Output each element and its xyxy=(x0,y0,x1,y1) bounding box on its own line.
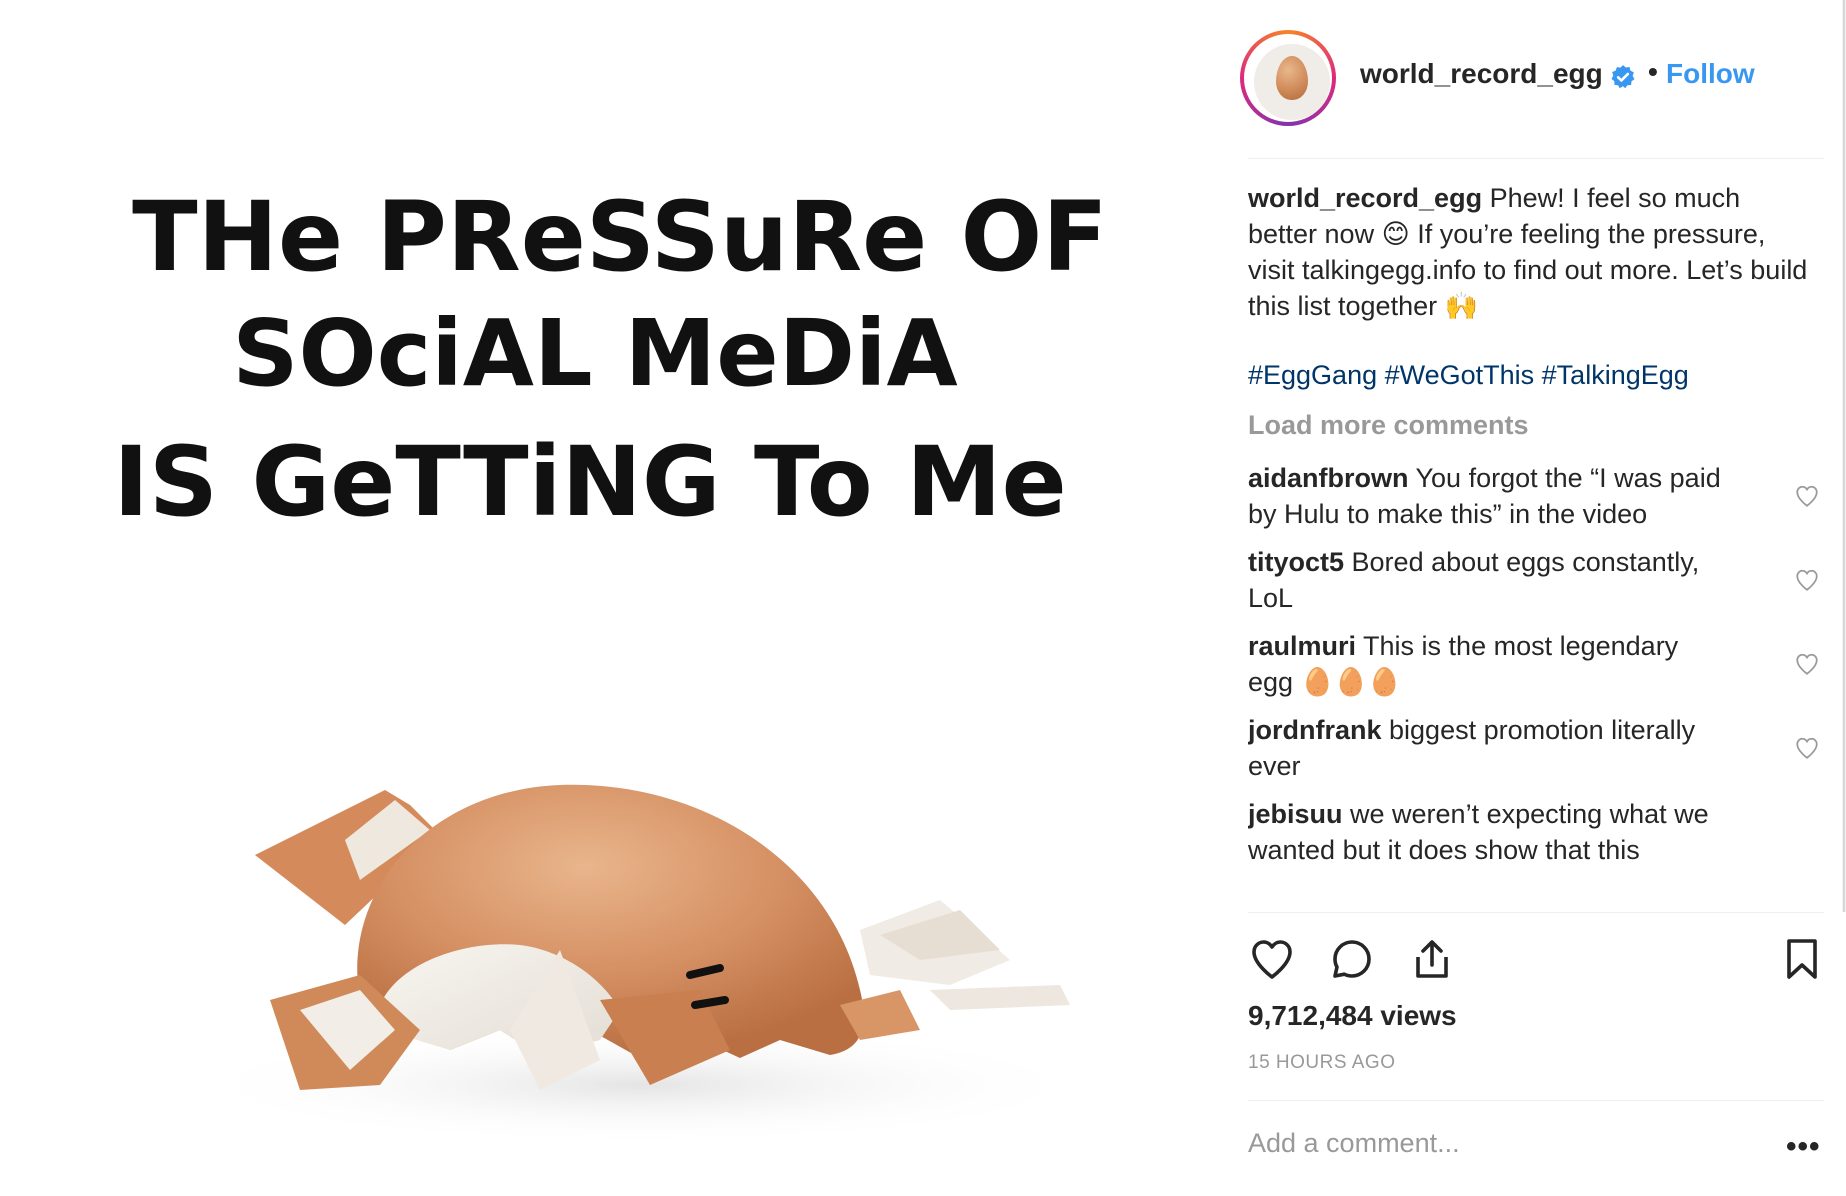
heart-icon[interactable] xyxy=(1794,651,1820,677)
headline-line-3: IS GeTTiNG To Me xyxy=(113,426,1067,538)
comments-scrollbar-thumb[interactable] xyxy=(1843,0,1845,912)
heart-icon[interactable] xyxy=(1248,935,1296,983)
comment-author[interactable]: aidanfbrown xyxy=(1248,463,1409,493)
comment-item: jebisuu we weren’t expecting what we wan… xyxy=(1248,796,1838,868)
comment-author[interactable]: jordnfrank xyxy=(1248,715,1382,745)
comment-item: aidanfbrown You forgot the “I was paid b… xyxy=(1248,460,1838,532)
comments-list: aidanfbrown You forgot the “I was paid b… xyxy=(1248,460,1838,910)
comment-item: raulmuri This is the most legendary egg … xyxy=(1248,628,1838,700)
heart-icon[interactable] xyxy=(1794,483,1820,509)
author-username[interactable]: world_record_egg xyxy=(1360,58,1603,90)
comment-author[interactable]: jebisuu xyxy=(1248,799,1343,829)
comment-item: jordnfrank biggest promotion literally e… xyxy=(1248,712,1838,784)
comment-author[interactable]: raulmuri xyxy=(1248,631,1356,661)
post-caption: world_record_egg Phew! I feel so much be… xyxy=(1248,180,1808,324)
headline-line-1: THe PReSSuRe OF xyxy=(132,181,1108,293)
egg-avatar-icon xyxy=(1276,56,1308,100)
avatar-image xyxy=(1254,44,1330,120)
avatar[interactable] xyxy=(1240,30,1336,126)
bookmark-icon[interactable] xyxy=(1778,935,1826,983)
footer-divider xyxy=(1248,1100,1824,1101)
action-bar xyxy=(1248,935,1828,985)
verified-icon xyxy=(1611,65,1635,89)
comment-icon[interactable] xyxy=(1328,935,1376,983)
post-image: THe PReSSuRe OF SOciAL MeDiA IS GeTTiNG … xyxy=(113,181,1108,1145)
caption-author[interactable]: world_record_egg xyxy=(1248,183,1482,213)
heart-icon[interactable] xyxy=(1794,567,1820,593)
load-more-comments-button[interactable]: Load more comments xyxy=(1248,410,1529,441)
caption-hashtags[interactable]: #EggGang #WeGotThis #TalkingEgg xyxy=(1248,360,1689,391)
broken-egg-illustration xyxy=(180,784,1100,1145)
comments-divider xyxy=(1248,912,1824,913)
post-header: world_record_egg • Follow xyxy=(1240,30,1820,130)
header-divider xyxy=(1248,158,1824,159)
more-options-icon[interactable]: ••• xyxy=(1786,1130,1821,1164)
follow-button[interactable]: Follow xyxy=(1666,58,1755,90)
share-icon[interactable] xyxy=(1408,935,1456,983)
separator-dot: • xyxy=(1648,56,1658,87)
headline-line-2: SOciAL MeDiA xyxy=(232,300,957,407)
heart-icon[interactable] xyxy=(1794,735,1820,761)
comment-item: tityoct5 Bored about eggs constantly, Lo… xyxy=(1248,544,1838,616)
post-media[interactable]: THe PReSSuRe OF SOciAL MeDiA IS GeTTiNG … xyxy=(0,0,1230,1196)
post-timestamp[interactable]: 15 HOURS AGO xyxy=(1248,1052,1396,1074)
add-comment-input[interactable]: Add a comment... xyxy=(1248,1128,1460,1159)
view-count[interactable]: 9,712,484 views xyxy=(1248,1000,1457,1032)
comment-author[interactable]: tityoct5 xyxy=(1248,547,1344,577)
